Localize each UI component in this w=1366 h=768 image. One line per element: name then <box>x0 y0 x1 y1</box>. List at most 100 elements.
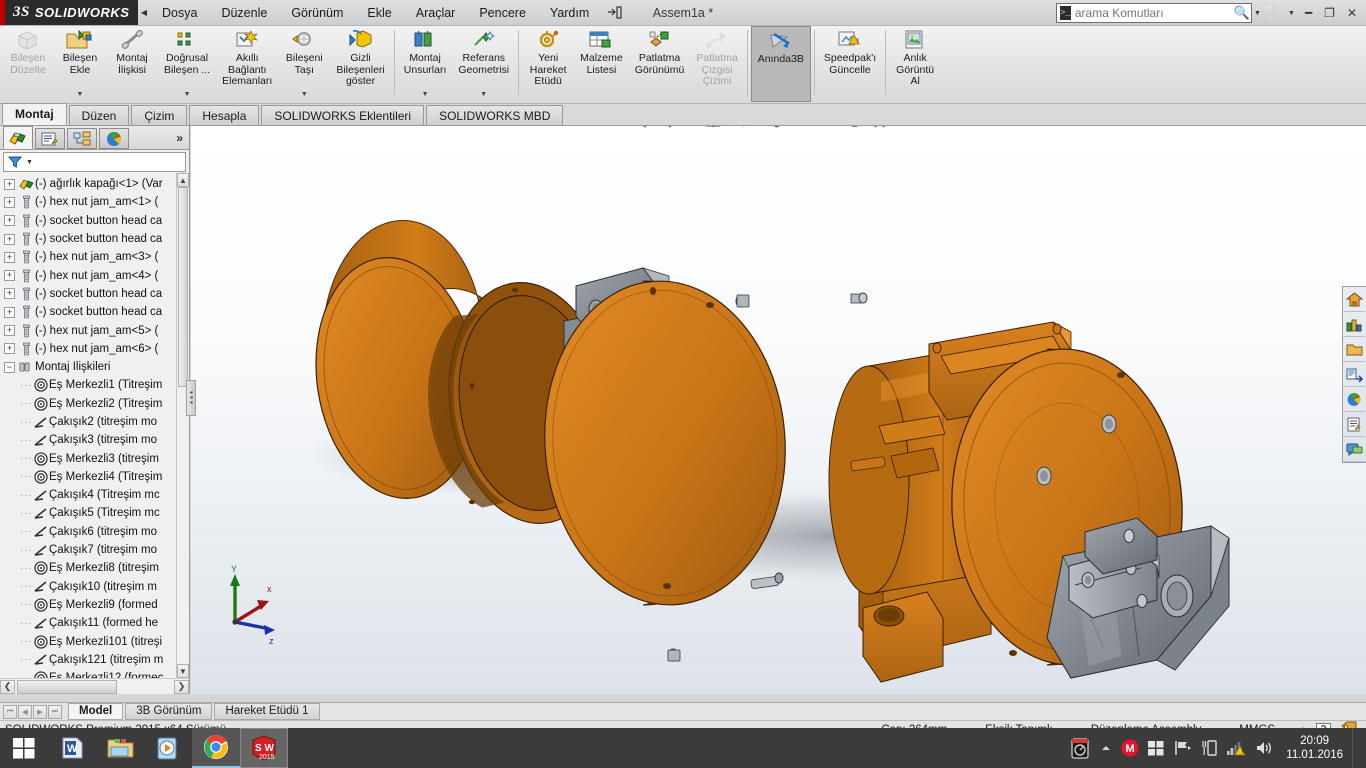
feature-tree-item[interactable]: + (-) hex nut jam_am<4> ( <box>0 266 189 284</box>
expand-icon[interactable]: + <box>4 196 15 208</box>
ribbon-tab-montaj[interactable]: Montaj <box>2 103 67 125</box>
feature-tree-horizontal-scrollbar[interactable]: ❮ ❯ <box>0 678 189 694</box>
feature-tree-item[interactable]: ··· Çakışık11 (formed he <box>0 614 189 632</box>
ribbon-tab-solidworks-eklentileri[interactable]: SOLIDWORKS Eklentileri <box>261 105 425 125</box>
exploded-vibration-motor-model[interactable]: Y x z <box>191 126 1366 694</box>
menu-expand-arrow-icon[interactable]: ◀ <box>138 0 150 25</box>
document-tab-3b-görünüm[interactable]: 3B Görünüm <box>125 702 213 720</box>
zoom-to-fit-icon[interactable] <box>627 126 649 131</box>
pin-menu-icon[interactable] <box>601 6 628 19</box>
feature-tree-item[interactable]: ··· Çakışık5 (Titreşim mc <box>0 504 189 522</box>
feature-tree-item[interactable]: ··· Eş Merkezli12 (formec <box>0 669 189 678</box>
windows-start-icon[interactable] <box>0 728 48 768</box>
collapse-icon[interactable]: − <box>4 361 15 373</box>
chevron-down-icon[interactable]: ▼ <box>480 89 487 101</box>
menu-pencere[interactable]: Pencere <box>467 2 538 24</box>
help-icon[interactable]: ❔ <box>1258 0 1283 26</box>
help-dropdown-icon[interactable]: ▼ <box>1285 0 1298 26</box>
ribbon-tab-solidworks-mbd[interactable]: SOLIDWORKS MBD <box>426 105 564 125</box>
hide-show-items-icon[interactable] <box>805 126 827 131</box>
view-palette-icon[interactable] <box>1343 362 1365 387</box>
minimize-button[interactable]: ━ <box>1300 0 1317 26</box>
ribbon-button-bill-of-materials[interactable]: Malzeme Listesi <box>574 26 629 102</box>
design-library-icon[interactable] <box>1343 312 1365 337</box>
edit-appearance-icon[interactable] <box>844 126 866 131</box>
ribbon-button-new-motion-study[interactable]: Yeni Hareket Etüdü <box>522 26 574 102</box>
feature-tree[interactable]: ▲ ▼ + (-) ağırlık kapağı<1> (Var + (-) hex … <box>0 173 189 678</box>
section-view-icon[interactable] <box>702 126 724 131</box>
ribbon-tab-düzen[interactable]: Düzen <box>68 105 130 125</box>
menu-gorunum[interactable]: Görünüm <box>279 2 355 24</box>
ribbon-button-exploded-view[interactable]: Patlatma Görünümü <box>629 26 691 102</box>
scroll-up-icon[interactable]: ▲ <box>177 173 189 187</box>
menu-yardim[interactable]: Yardım <box>538 2 601 24</box>
feature-tree-item[interactable]: + (-) hex nut jam_am<1> ( <box>0 193 189 211</box>
expand-icon[interactable]: + <box>4 233 15 245</box>
battery-icon[interactable] <box>1069 736 1091 760</box>
hscroll-thumb[interactable] <box>17 679 117 694</box>
ribbon-button-insert-component[interactable]: Bileşen Ekle ▼ <box>54 26 106 102</box>
expand-icon[interactable]: + <box>4 343 15 355</box>
previous-tab-icon[interactable]: ◀ <box>18 704 32 719</box>
ribbon-button-update-speedpak[interactable]: ! Speedpak'ı Güncelle <box>818 26 882 102</box>
display-style-icon[interactable] <box>766 126 788 131</box>
tab-property-manager[interactable] <box>35 128 65 149</box>
first-tab-icon[interactable]: ⏮ <box>3 704 17 719</box>
vibration-motor-assembly[interactable] <box>534 267 1230 683</box>
solidworks-forum-icon[interactable] <box>1343 437 1365 462</box>
windows-icon[interactable] <box>1148 740 1165 757</box>
ribbon-button-show-hidden-components[interactable]: Gizli Bileşenleri göster <box>330 26 390 102</box>
ribbon-button-move-component[interactable]: Bileşeni Taşı ▼ <box>278 26 330 102</box>
menu-ekle[interactable]: Ekle <box>355 2 403 24</box>
feature-tree-item[interactable]: ··· Eş Merkezli4 (Titreşim <box>0 468 189 486</box>
feature-tree-item[interactable]: + (-) socket button head ca <box>0 212 189 230</box>
feature-tree-item[interactable]: ··· Eş Merkezli2 (Titreşim <box>0 395 189 413</box>
expand-icon[interactable]: + <box>4 288 15 300</box>
flag-icon[interactable] <box>1174 740 1192 756</box>
ribbon-button-smart-fasteners[interactable]: Akıllı Bağlantı Elemanları <box>216 26 278 102</box>
solidworks-2015-icon[interactable]: S W 2015 <box>240 728 288 768</box>
expand-icon[interactable]: + <box>4 251 15 263</box>
panel-splitter-handle[interactable]: ◂ ◂ ◂ <box>186 380 196 416</box>
filter-dropdown-icon[interactable]: ▼ <box>26 159 33 166</box>
file-explorer-icon[interactable] <box>96 728 144 768</box>
ribbon-tab-çizim[interactable]: Çizim <box>131 105 188 125</box>
network-warning-icon[interactable]: ! <box>1226 740 1246 757</box>
expand-icon[interactable]: + <box>4 325 15 337</box>
feature-tree-item[interactable]: ··· Çakışık6 (titreşim mo <box>0 523 189 541</box>
search-icon[interactable]: 🔍 <box>1234 5 1250 21</box>
feature-tree-item[interactable]: ··· Eş Merkezli3 (titreşim <box>0 449 189 467</box>
scroll-thumb[interactable] <box>178 187 188 387</box>
feature-tree-item[interactable]: ··· Çakışık4 (Titreşim mc <box>0 486 189 504</box>
feature-tree-item[interactable]: ··· Çakışık121 (titreşim m <box>0 651 189 669</box>
mail-icon[interactable]: M <box>1121 739 1139 757</box>
ribbon-button-mate[interactable]: Montaj İlişkisi <box>106 26 158 102</box>
feature-tree-item[interactable]: ··· Çakışık2 (titreşim mo <box>0 413 189 431</box>
zoom-to-area-icon[interactable] <box>652 126 674 131</box>
tab-feature-manager[interactable] <box>3 126 33 149</box>
chevron-down-icon[interactable]: ▼ <box>422 89 429 101</box>
ribbon-button-instant3d[interactable]: Anında3B <box>750 26 811 102</box>
media-player-icon[interactable] <box>144 728 192 768</box>
chevron-down-icon[interactable]: ▼ <box>301 89 308 101</box>
appearances-scenes-icon[interactable] <box>1343 387 1365 412</box>
scroll-right-icon[interactable]: ❯ <box>174 679 189 694</box>
device-icon[interactable] <box>1201 739 1217 757</box>
feature-tree-item[interactable]: + (-) socket button head ca <box>0 230 189 248</box>
feature-tree-item[interactable]: ··· Çakışık10 (titreşim m <box>0 578 189 596</box>
menu-dosya[interactable]: Dosya <box>150 2 209 24</box>
tab-display-manager[interactable] <box>99 128 129 149</box>
chevron-down-icon[interactable]: ▼ <box>77 89 84 101</box>
feature-tree-item[interactable]: ··· Eş Merkezli8 (titreşim <box>0 559 189 577</box>
file-explorer-icon[interactable] <box>1343 337 1365 362</box>
feature-tree-item[interactable]: + (-) socket button head ca <box>0 285 189 303</box>
expand-icon[interactable]: + <box>4 270 15 282</box>
feature-tree-vertical-scrollbar[interactable]: ▲ ▼ <box>176 173 189 678</box>
last-tab-icon[interactable]: ⏭ <box>48 704 62 719</box>
close-button[interactable]: ✕ <box>1342 0 1362 26</box>
search-input[interactable] <box>1074 6 1230 20</box>
show-desktop-button[interactable] <box>1352 728 1360 768</box>
scroll-down-icon[interactable]: ▼ <box>177 664 189 678</box>
ribbon-button-take-snapshot[interactable]: Anlık Görüntü Al <box>889 26 941 102</box>
feature-tree-item[interactable]: + (-) hex nut jam_am<6> ( <box>0 340 189 358</box>
